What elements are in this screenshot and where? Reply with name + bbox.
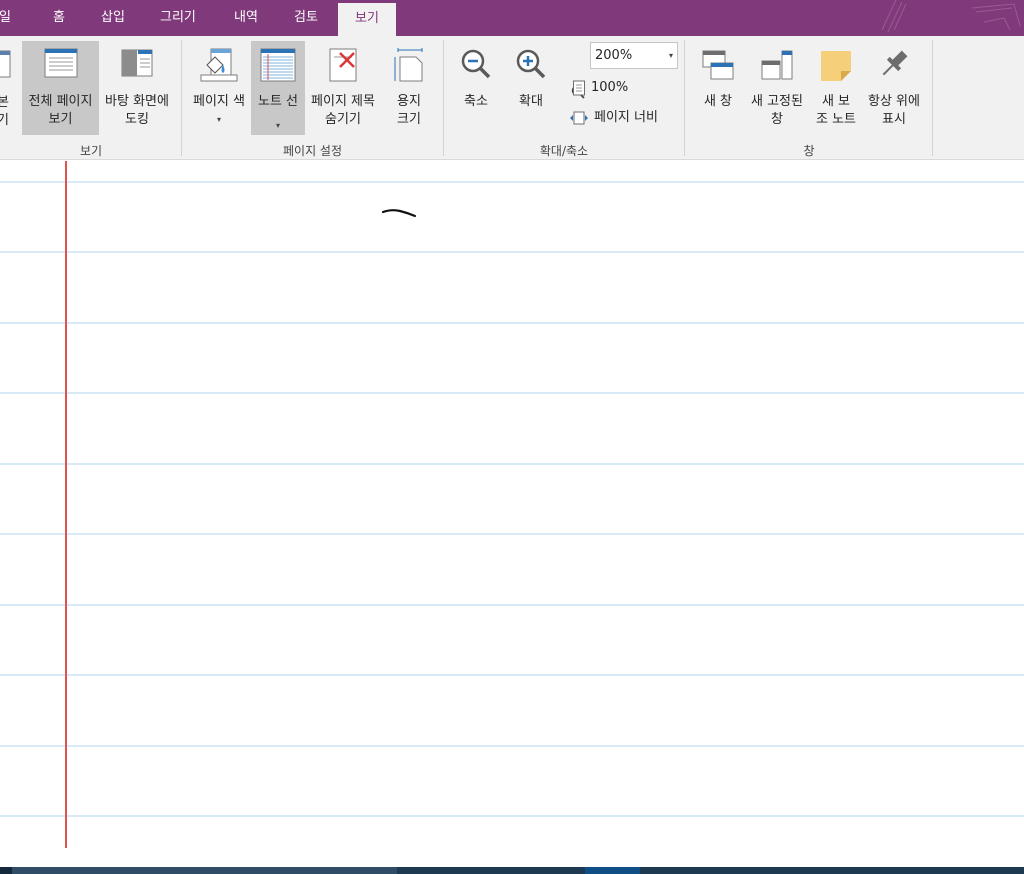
zoom-level-value: 200% bbox=[595, 48, 633, 63]
page-margin-line bbox=[65, 161, 67, 848]
group-separator bbox=[684, 40, 685, 156]
rule-lines-button[interactable]: 노트 선 ▾ bbox=[251, 41, 305, 135]
rule-line bbox=[0, 392, 1024, 394]
always-on-top-button[interactable]: 항상 위에 표시 bbox=[862, 41, 926, 135]
tab-file[interactable]: 일 bbox=[0, 0, 11, 36]
taskbar-strip bbox=[0, 867, 1024, 874]
group-label-zoom: 확대/축소 bbox=[539, 144, 589, 158]
partial-view-icon bbox=[0, 50, 11, 78]
page-color-icon bbox=[200, 48, 238, 82]
group-label-window: 창 bbox=[803, 144, 815, 158]
title-bar-decoration-icon bbox=[881, 0, 1021, 33]
partial-view-button[interactable]: 본 기 bbox=[0, 42, 14, 130]
rule-line bbox=[0, 815, 1024, 817]
rule-line bbox=[0, 251, 1024, 253]
paper-size-button[interactable]: 용지 크기 bbox=[382, 41, 436, 135]
new-side-note-button[interactable]: 새 보 조 노트 bbox=[810, 41, 862, 135]
page-width-icon bbox=[570, 111, 588, 124]
taskbar-segment[interactable] bbox=[585, 867, 640, 874]
chevron-down-icon: ▾ bbox=[668, 51, 673, 60]
rule-line bbox=[0, 463, 1024, 465]
tab-view[interactable]: 보기 bbox=[338, 3, 396, 36]
rule-line bbox=[0, 181, 1024, 183]
hide-page-title-icon bbox=[329, 48, 357, 82]
page-width-button[interactable]: 페이지 너비 bbox=[569, 109, 658, 127]
ink-stroke[interactable] bbox=[380, 207, 420, 221]
pin-icon bbox=[882, 50, 908, 76]
hide-page-title-button[interactable]: 페이지 제목 숨기기 bbox=[306, 41, 380, 135]
tab-home[interactable]: 홈 bbox=[53, 0, 65, 36]
page-color-dropdown-caret: ▾ bbox=[216, 115, 221, 124]
tab-draw[interactable]: 그리기 bbox=[160, 0, 196, 36]
taskbar-segment[interactable] bbox=[12, 867, 397, 874]
group-separator bbox=[932, 40, 933, 156]
taskbar-segment bbox=[0, 867, 12, 874]
page-color-button[interactable]: 페이지 색 ▾ bbox=[187, 41, 251, 135]
rule-line bbox=[0, 674, 1024, 676]
zoom-in-button[interactable]: 확대 bbox=[505, 41, 557, 135]
note-page-canvas[interactable] bbox=[0, 161, 1024, 867]
group-label-page-setup: 페이지 설정 bbox=[282, 144, 342, 158]
rule-line bbox=[0, 745, 1024, 747]
tab-history[interactable]: 내역 bbox=[234, 0, 258, 36]
zoom-in-icon bbox=[516, 49, 546, 79]
full-page-view-icon bbox=[44, 48, 77, 78]
zoom-level-combobox[interactable]: 200% ▾ bbox=[590, 42, 678, 69]
rule-line bbox=[0, 533, 1024, 535]
group-separator bbox=[443, 40, 444, 156]
dock-to-desktop-icon bbox=[121, 49, 153, 77]
ribbon-tab-bar: 일 홈 삽입 그리기 내역 검토 보기 bbox=[0, 0, 1024, 36]
dock-to-desktop-button[interactable]: 바탕 화면에 도킹 bbox=[100, 41, 174, 135]
tab-review[interactable]: 검토 bbox=[294, 0, 318, 36]
zoom-out-icon bbox=[461, 49, 491, 79]
rule-lines-dropdown-caret: ▾ bbox=[275, 121, 280, 130]
zoom-100-button[interactable]: 100% bbox=[572, 79, 628, 97]
tab-insert[interactable]: 삽입 bbox=[101, 0, 125, 36]
new-window-icon bbox=[702, 50, 734, 80]
group-separator bbox=[181, 40, 182, 156]
rule-line bbox=[0, 322, 1024, 324]
ribbon: 본 기 전체 페이지 보기 바탕 화면에 도킹 보기 페이지 색 ▾ 노트 선 … bbox=[0, 36, 1024, 160]
new-docked-window-button[interactable]: 새 고정된 창 bbox=[745, 41, 809, 135]
paper-size-icon bbox=[394, 48, 423, 82]
side-note-icon bbox=[821, 51, 851, 81]
new-docked-window-icon bbox=[761, 50, 793, 80]
page-100-icon bbox=[573, 80, 585, 95]
rule-lines-icon bbox=[260, 48, 296, 82]
zoom-out-button[interactable]: 축소 bbox=[450, 41, 502, 135]
full-page-view-button[interactable]: 전체 페이지 보기 bbox=[22, 41, 99, 135]
rule-line bbox=[0, 604, 1024, 606]
new-window-button[interactable]: 새 창 bbox=[692, 41, 744, 135]
group-label-view: 보기 bbox=[79, 144, 103, 158]
